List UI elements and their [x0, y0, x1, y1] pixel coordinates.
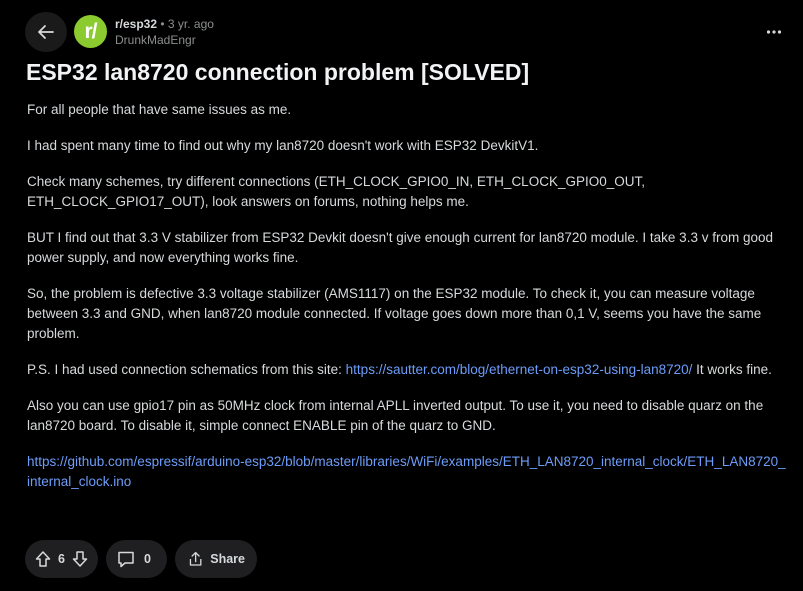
- post-paragraph: So, the problem is defective 3.3 voltage…: [27, 286, 762, 341]
- upvote-arrow-icon: [35, 551, 51, 567]
- back-button[interactable]: [25, 12, 67, 52]
- post-paragraph-with-link: P.S. I had used connection schematics fr…: [27, 360, 787, 380]
- post-age: 3 yr. ago: [167, 17, 214, 31]
- arrow-left-icon: [38, 25, 54, 39]
- paragraph-text: It works fine.: [692, 362, 772, 377]
- subreddit-link[interactable]: r/esp32: [115, 17, 157, 31]
- post-body: For all people that have same issues as …: [27, 100, 787, 508]
- downvote-arrow-icon: [72, 551, 88, 567]
- vote-control: 6: [25, 540, 98, 578]
- vote-count: 6: [58, 552, 65, 566]
- post-action-bar: 6 0 Share: [25, 540, 257, 578]
- sautter-link[interactable]: https://sautter.com/blog/ethernet-on-esp…: [346, 362, 693, 377]
- upvote-button[interactable]: [31, 547, 55, 571]
- author-link[interactable]: DrunkMadEngr: [115, 32, 214, 48]
- downvote-button[interactable]: [68, 547, 92, 571]
- comment-bubble-icon: [118, 551, 134, 568]
- post-paragraph: Also you can use gpio17 pin as 50MHz clo…: [27, 398, 764, 433]
- share-button[interactable]: Share: [175, 540, 257, 578]
- more-options-button[interactable]: [760, 18, 788, 46]
- post-title: ESP32 lan8720 connection problem [SOLVED…: [26, 59, 530, 85]
- meta-separator: •: [160, 17, 165, 31]
- post-page: r/ r/esp32 • 3 yr. ago DrunkMadEngr ESP3…: [0, 0, 803, 591]
- avatar-glyph: r/: [84, 19, 97, 43]
- paragraph-text: P.S. I had used connection schematics fr…: [27, 362, 346, 377]
- share-label: Share: [210, 552, 245, 566]
- comment-count: 0: [144, 552, 151, 566]
- share-icon: [189, 551, 202, 566]
- post-paragraph: For all people that have same issues as …: [27, 102, 292, 117]
- comments-button[interactable]: 0: [106, 540, 167, 578]
- post-meta: r/esp32 • 3 yr. ago DrunkMadEngr: [115, 16, 214, 48]
- post-paragraph: BUT I find out that 3.3 V stabilizer fro…: [27, 230, 773, 265]
- post-paragraph-link: https://github.com/espressif/arduino-esp…: [27, 452, 787, 492]
- more-horizontal-icon: [766, 30, 782, 34]
- post-paragraph: Check many schemes, try different connec…: [27, 174, 645, 209]
- post-paragraph: I had spent many time to find out why my…: [27, 138, 539, 153]
- github-link[interactable]: https://github.com/espressif/arduino-esp…: [27, 454, 786, 489]
- subreddit-avatar[interactable]: r/: [74, 15, 107, 48]
